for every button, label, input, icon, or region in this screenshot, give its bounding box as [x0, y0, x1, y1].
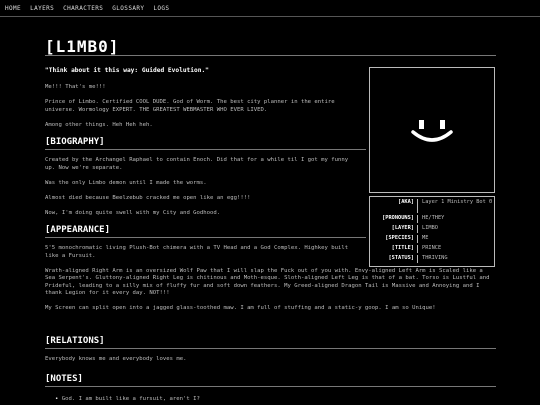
info-key: [SPECIES] — [385, 235, 414, 241]
appearance-paragraph-2: Wrath-aligned Right Arm is an oversized … — [45, 267, 490, 297]
intro-quote: "Think about it this way: Guided Evoluti… — [45, 67, 209, 74]
relations-divider — [45, 348, 496, 349]
info-row: [LAYER] LIMBO — [370, 225, 494, 233]
info-key: [TITLE] — [391, 245, 414, 251]
intro-section: "Think about it this way: Guided Evoluti… — [45, 67, 360, 138]
info-value: LIMBO — [417, 225, 494, 233]
info-row: [AKA] Layer 1 Ministry Bot 0 — [370, 199, 494, 213]
info-row: [TITLE] PRINCE — [370, 245, 494, 253]
notes-item: God. I am built like a fursuit, aren't I… — [55, 396, 200, 402]
info-value: Layer 1 Ministry Bot 0 — [417, 199, 494, 213]
nav-characters[interactable]: CHARACTERS — [63, 5, 103, 12]
biography-paragraph-1: Created by the Archangel Raphael to cont… — [45, 157, 349, 171]
biography-divider — [45, 149, 366, 150]
top-nav: HOME LAYERS CHARACTERS GLOSSARY LOGS — [0, 0, 540, 17]
relations-paragraph-1: Everybody knows me and everybody loves m… — [45, 356, 187, 362]
relations-section: Everybody knows me and everybody loves m… — [45, 356, 496, 371]
character-portrait — [369, 67, 495, 193]
info-key: [AKA] — [398, 199, 414, 205]
nav-layers[interactable]: LAYERS — [30, 5, 54, 12]
info-row: [PRONOUNS] HE/THEY — [370, 215, 494, 223]
biography-paragraph-3: Almost died because Beelzebub cracked me… — [45, 194, 251, 201]
appearance-paragraph-1: 5'5 monochromatic living Plush-Bot chime… — [45, 245, 349, 259]
nav-logs[interactable]: LOGS — [153, 5, 169, 12]
appearance-heading: [APPEARANCE] — [45, 225, 111, 235]
relations-heading: [RELATIONS] — [45, 336, 105, 346]
info-value: HE/THEY — [417, 215, 494, 223]
notes-list: God. I am built like a fursuit, aren't I… — [55, 396, 200, 402]
smiley-face-icon — [411, 120, 453, 142]
biography-heading: [BIOGRAPHY] — [45, 137, 105, 147]
notes-heading: [NOTES] — [45, 374, 83, 384]
info-key: [PRONOUNS] — [382, 215, 414, 221]
title-divider — [45, 55, 496, 56]
info-key: [STATUS] — [388, 255, 414, 261]
nav-home[interactable]: HOME — [5, 5, 21, 12]
intro-paragraph-1: Me!!! That's me!!! — [45, 83, 106, 90]
info-row: [SPECIES] ME — [370, 235, 494, 243]
biography-paragraph-4: Now, I'm doing quite swell with my City … — [45, 209, 221, 216]
info-row: [STATUS] THRIVING — [370, 255, 494, 263]
intro-paragraph-2: Prince of Limbo. Certified COOL DUDE. Go… — [45, 99, 335, 113]
info-value: THRIVING — [417, 255, 494, 263]
info-key: [LAYER] — [391, 225, 414, 231]
info-value: PRINCE — [417, 245, 494, 253]
info-box: [AKA] Layer 1 Ministry Bot 0 [PRONOUNS] … — [369, 196, 495, 267]
biography-paragraph-2: Was the only Limbo demon until I made th… — [45, 179, 207, 186]
notes-divider — [45, 386, 496, 387]
intro-paragraph-3: Among other things. Heh Heh heh. — [45, 122, 153, 128]
appearance-paragraph-3: My Screen can split open into a jagged g… — [45, 305, 436, 311]
nav-glossary[interactable]: GLOSSARY — [112, 5, 144, 12]
biography-section: Created by the Archangel Raphael to cont… — [45, 157, 360, 225]
info-value: ME — [417, 235, 494, 243]
page-title: [L1MB0] — [45, 37, 120, 56]
appearance-divider — [45, 237, 366, 238]
